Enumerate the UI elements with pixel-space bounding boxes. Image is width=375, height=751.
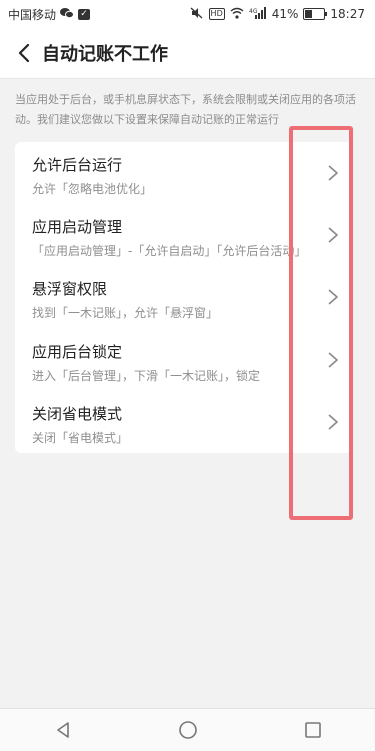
battery-icon [303, 8, 328, 20]
setting-row-launch-manager[interactable]: 应用启动管理 「应用启动管理」-「允许自启动」「允许后台活动」 [15, 204, 352, 266]
battery-percent: 41% [271, 7, 299, 21]
hd-icon: HD [208, 8, 225, 20]
setting-title: 悬浮窗权限 [32, 280, 108, 299]
chevron-right-icon [326, 413, 340, 431]
setting-subtitle: 找到「一木记账」，允许「悬浮窗」 [32, 306, 219, 321]
back-triangle-icon[interactable] [43, 710, 83, 750]
status-left: 中国移动 ✓ [0, 6, 91, 23]
chevron-right-icon [326, 164, 340, 182]
setting-title: 允许后台运行 [32, 156, 123, 174]
battery-level-fill [305, 10, 313, 18]
navigation-bar [0, 708, 375, 751]
setting-row-background-lock[interactable]: 应用后台锁定 进入「后台管理」，下滑「一木记账」，锁定 [15, 329, 352, 391]
clock: 18:27 [330, 7, 365, 21]
setting-subtitle: 关闭「省电模式」 [32, 430, 129, 445]
signal-icon: 4G [249, 6, 267, 22]
setting-subtitle: 进入「后台管理」，下滑「一木记账」，锁定 [32, 368, 261, 383]
chevron-right-icon [326, 226, 340, 244]
back-arrow-icon[interactable] [14, 43, 34, 63]
recents-square-icon[interactable] [293, 710, 333, 750]
app-bar: 自动记账不工作 [0, 28, 375, 79]
setting-subtitle: 「应用启动管理」-「允许自启动」「允许后台活动」 [32, 244, 307, 259]
chevron-right-icon [326, 288, 340, 306]
status-bar: 中国移动 ✓ HD 4G 41% 18:27 [0, 0, 375, 28]
status-right: HD 4G 41% 18:27 [190, 6, 375, 22]
settings-card: 允许后台运行 允许「忽略电池优化」 应用启动管理 「应用启动管理」-「允许自启动… [15, 142, 352, 453]
setting-row-power-saving[interactable]: 关闭省电模式 关闭「省电模式」 [15, 391, 352, 453]
wechat-icon [60, 7, 75, 22]
setting-row-floating-window[interactable]: 悬浮窗权限 找到「一木记账」，允许「悬浮窗」 [15, 266, 352, 328]
setting-title: 应用后台锁定 [32, 342, 123, 361]
setting-row-background-run[interactable]: 允许后台运行 允许「忽略电池优化」 [15, 142, 352, 204]
mute-icon [190, 7, 204, 22]
page-title: 自动记账不工作 [42, 44, 168, 65]
chevron-right-icon [326, 351, 340, 369]
description-text: 当应用处于后台，或手机息屏状态下，系统会限制或关闭应用的各项活动。我们建议您做以… [15, 93, 356, 126]
home-circle-icon[interactable] [168, 710, 208, 750]
wifi-icon [230, 7, 244, 22]
setting-title: 应用启动管理 [32, 218, 123, 237]
carrier-label: 中国移动 [8, 7, 57, 22]
setting-title: 关闭省电模式 [32, 404, 123, 423]
signal-label: 4G [249, 8, 258, 15]
setting-subtitle: 允许「忽略电池优化」 [32, 182, 153, 196]
app-notification-icon: ✓ [78, 8, 91, 20]
